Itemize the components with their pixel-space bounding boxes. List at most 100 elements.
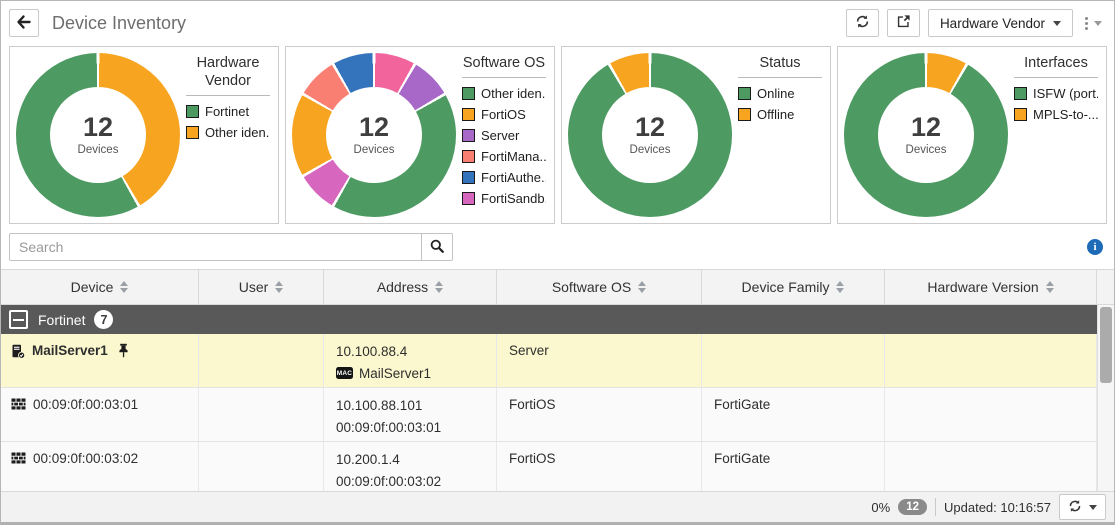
legend-label: Fortinet <box>205 104 249 119</box>
group-name: Fortinet <box>38 312 85 328</box>
device-family-cell: FortiGate <box>702 442 885 491</box>
legend-item[interactable]: Fortinet <box>186 104 270 119</box>
search-input[interactable] <box>9 233 422 261</box>
group-row-fortinet[interactable]: Fortinet 7 <box>1 305 1114 334</box>
refresh-icon <box>855 14 870 32</box>
column-label: User <box>239 279 269 295</box>
device-family-cell: FortiGate <box>702 388 885 441</box>
collapse-icon[interactable] <box>9 310 28 329</box>
legend-swatch <box>462 150 475 163</box>
column-header-device[interactable]: Device <box>1 270 199 304</box>
sort-icon <box>836 281 844 293</box>
software-os-cell: FortiOS <box>497 442 702 491</box>
scrollbar-gutter <box>1097 270 1114 304</box>
search-button[interactable] <box>421 233 453 261</box>
pin-icon[interactable] <box>118 343 129 358</box>
legend-label: Other iden... <box>481 86 546 101</box>
hardware-version-cell <box>885 388 1097 441</box>
hardware-version-cell <box>885 442 1097 491</box>
address-cell: 10.100.88.10100:09:0f:00:03:01 <box>324 388 497 441</box>
server-icon <box>11 344 25 359</box>
refresh-button[interactable] <box>846 9 879 37</box>
legend-label: FortiMana... <box>481 149 546 164</box>
device-count: 12 <box>359 114 389 141</box>
legend-item[interactable]: Offline <box>738 107 822 122</box>
column-header-software-os[interactable]: Software OS <box>497 270 702 304</box>
legend-item[interactable]: FortiAuthe... <box>462 170 546 185</box>
legend-item[interactable]: FortiMana... <box>462 149 546 164</box>
legend-label: MPLS-to-... <box>1033 107 1098 122</box>
back-button[interactable] <box>9 9 39 37</box>
legend-item[interactable]: Other iden... <box>462 86 546 101</box>
legend-label: FortiAuthe... <box>481 170 546 185</box>
legend-item[interactable]: MPLS-to-... <box>1014 107 1098 122</box>
chart-title: Interfaces <box>1014 54 1098 78</box>
column-label: Hardware Version <box>927 279 1038 295</box>
legend-swatch <box>462 108 475 121</box>
donut-center: 12 Devices <box>50 87 146 183</box>
software-os-cell: Server <box>497 334 702 387</box>
chart-legend: ISFW (port... MPLS-to-... <box>1014 86 1098 122</box>
page-title: Device Inventory <box>52 13 186 34</box>
donut-wrap: 12 Devices <box>562 47 738 223</box>
column-label: Device <box>71 279 114 295</box>
sort-icon <box>1046 281 1054 293</box>
group-count-badge: 7 <box>94 310 113 329</box>
sort-icon <box>638 281 646 293</box>
fortigate-icon <box>11 452 26 464</box>
legend-item[interactable]: ISFW (port... <box>1014 86 1098 101</box>
group-by-dropdown[interactable]: Hardware Vendor <box>928 9 1073 37</box>
device-count-label: Devices <box>906 144 947 156</box>
legend-item[interactable]: Other iden... <box>186 125 270 140</box>
chart-title: Software OS <box>462 54 546 78</box>
titlebar: Device Inventory Hardware Vendor <box>1 1 1114 45</box>
chart-legend: Other iden... FortiOS Server FortiMana... Fo… <box>462 86 546 206</box>
legend-item[interactable]: Server <box>462 128 546 143</box>
divider <box>935 498 936 516</box>
ip-address: 10.200.1.4 <box>336 448 490 470</box>
column-header-device-family[interactable]: Device Family <box>702 270 885 304</box>
device-count-label: Devices <box>630 144 671 156</box>
legend-label: FortiSandb... <box>481 191 546 206</box>
table-row[interactable]: 00:09:0f:00:03:0110.100.88.10100:09:0f:0… <box>1 388 1097 442</box>
mac-line: MACMailServer1 <box>336 362 490 384</box>
hardware-version-cell <box>885 334 1097 387</box>
popout-button[interactable] <box>887 9 920 37</box>
table-row[interactable]: 00:09:0f:00:03:02 10.200.1.400:09:0f:00:0… <box>1 442 1097 491</box>
legend-label: FortiOS <box>481 107 526 122</box>
chevron-down-icon <box>1094 21 1102 26</box>
status-bar: 0% 12 Updated: 10:16:57 <box>1 491 1114 522</box>
chart-title: Hardware Vendor <box>186 54 270 96</box>
donut-center: 12 Devices <box>326 87 422 183</box>
legend-swatch <box>462 192 475 205</box>
legend-item[interactable]: FortiSandb... <box>462 191 546 206</box>
ip-address: 10.100.88.4 <box>336 340 490 362</box>
legend-swatch <box>186 105 199 118</box>
chart-card-status: 12 Devices Status OnlineOffline <box>561 46 831 224</box>
device-count-label: Devices <box>78 144 119 156</box>
table-row[interactable]: MailServer110.100.88.4MACMailServer1Serv… <box>1 334 1097 388</box>
legend-item[interactable]: Online <box>738 86 822 101</box>
legend-item[interactable]: FortiOS <box>462 107 546 122</box>
column-header-hardware-version[interactable]: Hardware Version <box>885 270 1097 304</box>
address-cell: 10.200.1.400:09:0f:00:03:02 <box>324 442 497 491</box>
chart-legend: Fortinet Other iden... <box>186 104 270 140</box>
vertical-scrollbar[interactable] <box>1097 305 1114 491</box>
info-icon[interactable]: i <box>1087 239 1103 255</box>
chart-legend: Online Offline <box>738 86 822 122</box>
refresh-interval-button[interactable] <box>1059 494 1106 520</box>
sort-icon <box>120 281 128 293</box>
mac-badge-icon: MAC <box>336 367 353 379</box>
column-label: Software OS <box>552 279 631 295</box>
search-row: i <box>1 225 1114 269</box>
donut-wrap: 12 Devices <box>838 47 1014 223</box>
column-header-user[interactable]: User <box>199 270 324 304</box>
scrollbar-thumb[interactable] <box>1100 307 1112 383</box>
refresh-icon <box>1068 499 1082 516</box>
column-header-address[interactable]: Address <box>324 270 497 304</box>
group-by-label: Hardware Vendor <box>940 16 1045 31</box>
software-os-cell: FortiOS <box>497 388 702 441</box>
device-cell: 00:09:0f:00:03:02 <box>1 442 199 491</box>
more-options-button[interactable] <box>1083 13 1104 34</box>
external-link-icon <box>896 14 911 32</box>
